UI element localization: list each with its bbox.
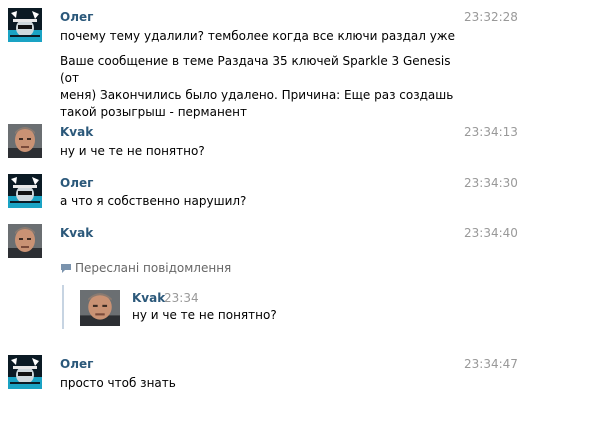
text-line: а что я собственно нарушил? — [60, 194, 247, 208]
message-author[interactable]: Олег — [60, 10, 93, 24]
kvak-avatar[interactable] — [8, 124, 42, 158]
oleg-avatar[interactable] — [8, 355, 42, 389]
text-line: просто чтоб знать — [60, 376, 176, 390]
message-time: 23:32:28 — [464, 10, 518, 24]
speech-bubble-icon — [60, 263, 72, 277]
message-time: 23:34:13 — [464, 125, 518, 139]
message-time: 23:34:30 — [464, 176, 518, 190]
message-text: почему тему удалили? темболее когда все … — [60, 28, 460, 121]
message-author[interactable]: Олег — [60, 176, 93, 190]
forwarded-author[interactable]: Kvak — [132, 291, 165, 305]
text-spacer — [60, 45, 460, 53]
forwarded-bar — [62, 285, 64, 329]
text-line: ну и че те не понятно? — [60, 144, 205, 158]
forwarded-header-label: Переслані повідомлення — [75, 261, 232, 275]
text-line: почему тему удалили? темболее когда все … — [60, 29, 455, 43]
message-text: а что я собственно нарушил? — [60, 193, 460, 210]
forwarded-header: Переслані повідомлення — [60, 261, 231, 277]
kvak-avatar[interactable] — [80, 290, 120, 326]
message-text: просто чтоб знать — [60, 375, 460, 392]
oleg-avatar[interactable] — [8, 174, 42, 208]
text-line: Ваше сообщение в теме Раздача 35 ключей … — [60, 54, 451, 85]
message-author[interactable]: Kvak — [60, 125, 93, 139]
message-author[interactable]: Kvak — [60, 226, 93, 240]
oleg-avatar[interactable] — [8, 8, 42, 42]
message-time: 23:34:40 — [464, 226, 518, 240]
text-line: такой розыгрыш - перманент — [60, 105, 248, 119]
text-line: меня) Закончились было удалено. Причина:… — [60, 88, 454, 102]
message-text: ну и че те не понятно? — [60, 143, 460, 160]
message-time: 23:34:47 — [464, 357, 518, 371]
message-author[interactable]: Олег — [60, 357, 93, 371]
forwarded-time: 23:34 — [164, 291, 199, 305]
kvak-avatar[interactable] — [8, 224, 42, 258]
forwarded-text: ну и че те не понятно? — [132, 308, 277, 322]
